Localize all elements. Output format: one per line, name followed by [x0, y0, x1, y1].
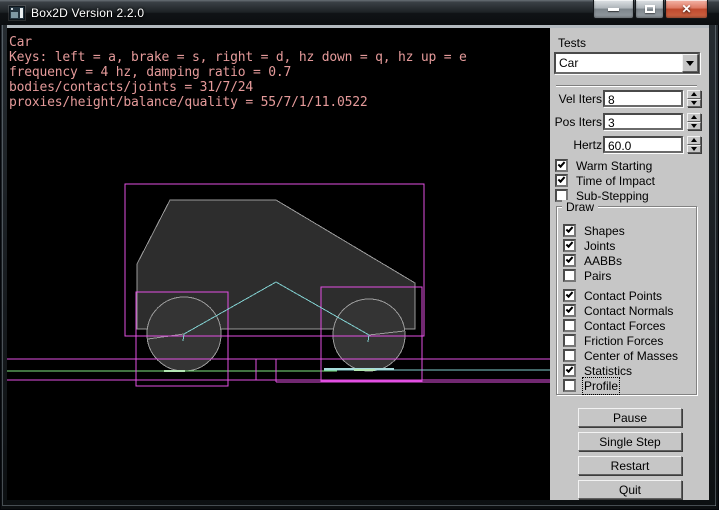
spinner-arrows: [687, 90, 701, 107]
spinner-row: Vel Iters8: [550, 90, 709, 107]
checkbox-box: [563, 349, 576, 362]
restart-button[interactable]: Restart: [578, 456, 682, 475]
checkbox-label: Joints: [584, 239, 615, 253]
maximize-icon: [645, 5, 655, 13]
minimize-icon: [608, 8, 619, 11]
spinner-row: Pos Iters3: [550, 113, 709, 130]
control-panel: Tests Car Vel Iters8Pos Iters3Hertz60.0 …: [550, 28, 709, 500]
spinner-input[interactable]: 8: [603, 90, 683, 107]
info-line: Car: [9, 35, 467, 50]
checkbox-box: [563, 239, 576, 252]
info-line: frequency = 4 hz, damping ratio = 0.7: [9, 65, 467, 80]
checkbox-box: [563, 319, 576, 332]
app-window: Box2D Version 2.2.0 ✕ CarKeys: left = a,…: [0, 0, 719, 510]
checkbox-label: Contact Normals: [584, 304, 673, 318]
check-icon: [566, 290, 574, 298]
spinner-label: Pos Iters: [555, 115, 602, 129]
spinner-up-button[interactable]: [687, 90, 701, 99]
checkbox-box: [563, 379, 576, 392]
close-icon: ✕: [681, 3, 691, 15]
spinner-input[interactable]: 3: [603, 113, 683, 130]
single-step-button[interactable]: Single Step: [578, 432, 682, 451]
checkbox-label: AABBs: [584, 254, 622, 268]
check-icon: [566, 365, 574, 373]
checkbox-label: Time of Impact: [576, 174, 655, 188]
checkbox-box: [563, 364, 576, 377]
spinner-row: Hertz60.0: [550, 136, 709, 153]
titlebar[interactable]: Box2D Version 2.2.0 ✕: [0, 0, 719, 25]
draw-group-legend: Draw: [562, 200, 598, 214]
checkbox-label: Warm Starting: [576, 159, 652, 173]
arrow-up-icon: [691, 115, 697, 119]
checkbox-label: Contact Points: [584, 289, 662, 303]
arrow-down-icon: [691, 147, 697, 151]
spinner-down-button[interactable]: [687, 145, 701, 154]
checkbox-label: Profile: [584, 379, 618, 393]
arrow-down-icon: [691, 124, 697, 128]
caption-buttons: ✕: [592, 0, 708, 19]
spinner-label: Hertz: [573, 138, 602, 152]
pause-button[interactable]: Pause: [578, 408, 682, 427]
info-line: bodies/contacts/joints = 31/7/24: [9, 80, 467, 95]
spinner-up-button[interactable]: [687, 136, 701, 145]
window-title: Box2D Version 2.2.0: [31, 6, 144, 20]
dropdown-button[interactable]: [682, 54, 698, 72]
checkbox-label: Shapes: [584, 224, 625, 238]
spinner-arrows: [687, 113, 701, 130]
checkbox-box: [563, 224, 576, 237]
checkbox-label: Contact Forces: [584, 319, 665, 333]
spinner-arrows: [687, 136, 701, 153]
spinner-input[interactable]: 60.0: [603, 136, 683, 153]
test-select[interactable]: Car: [554, 52, 700, 74]
check-icon: [566, 255, 574, 263]
window-content: CarKeys: left = a, brake = s, right = d,…: [7, 25, 709, 500]
close-button[interactable]: ✕: [665, 0, 708, 19]
separator: [556, 85, 697, 87]
checkbox-box: [563, 269, 576, 282]
test-select-value: Car: [556, 54, 682, 72]
minimize-button[interactable]: [593, 0, 634, 19]
window-border-bottom: [3, 505, 716, 506]
maximize-button[interactable]: [635, 0, 664, 19]
info-text: CarKeys: left = a, brake = s, right = d,…: [9, 35, 467, 110]
checkbox-label: Center of Masses: [584, 349, 678, 363]
info-line: Keys: left = a, brake = s, right = d, hz…: [9, 50, 467, 65]
checkbox-label: Statistics: [584, 364, 632, 378]
arrow-up-icon: [691, 138, 697, 142]
checkbox-box: [555, 159, 568, 172]
checkbox-box: [563, 334, 576, 347]
window-border-left: [2, 3, 3, 506]
arrow-up-icon: [691, 92, 697, 96]
checkbox-label: Friction Forces: [584, 334, 663, 348]
chevron-down-icon: [686, 61, 694, 66]
quit-button[interactable]: Quit: [578, 480, 682, 499]
checkbox-label: Pairs: [584, 269, 611, 283]
arrow-down-icon: [691, 101, 697, 105]
simulation-canvas[interactable]: CarKeys: left = a, brake = s, right = d,…: [7, 28, 550, 500]
spinner-label: Vel Iters: [559, 92, 602, 106]
checkbox-box: [563, 304, 576, 317]
app-icon: [9, 6, 25, 20]
checkbox-box: [563, 289, 576, 302]
check-icon: [566, 240, 574, 248]
spinner-down-button[interactable]: [687, 99, 701, 108]
checkbox-box: [555, 174, 568, 187]
check-icon: [558, 175, 566, 183]
spinner-up-button[interactable]: [687, 113, 701, 122]
checkbox-box: [563, 254, 576, 267]
check-icon: [566, 225, 574, 233]
tests-label: Tests: [558, 36, 586, 50]
spinner-down-button[interactable]: [687, 122, 701, 131]
draw-group: Draw ShapesJointsAABBsPairsContact Point…: [556, 206, 697, 395]
window-border-right: [715, 3, 716, 506]
check-icon: [566, 305, 574, 313]
info-line: proxies/height/balance/quality = 55/7/1/…: [9, 95, 467, 110]
check-icon: [558, 160, 566, 168]
